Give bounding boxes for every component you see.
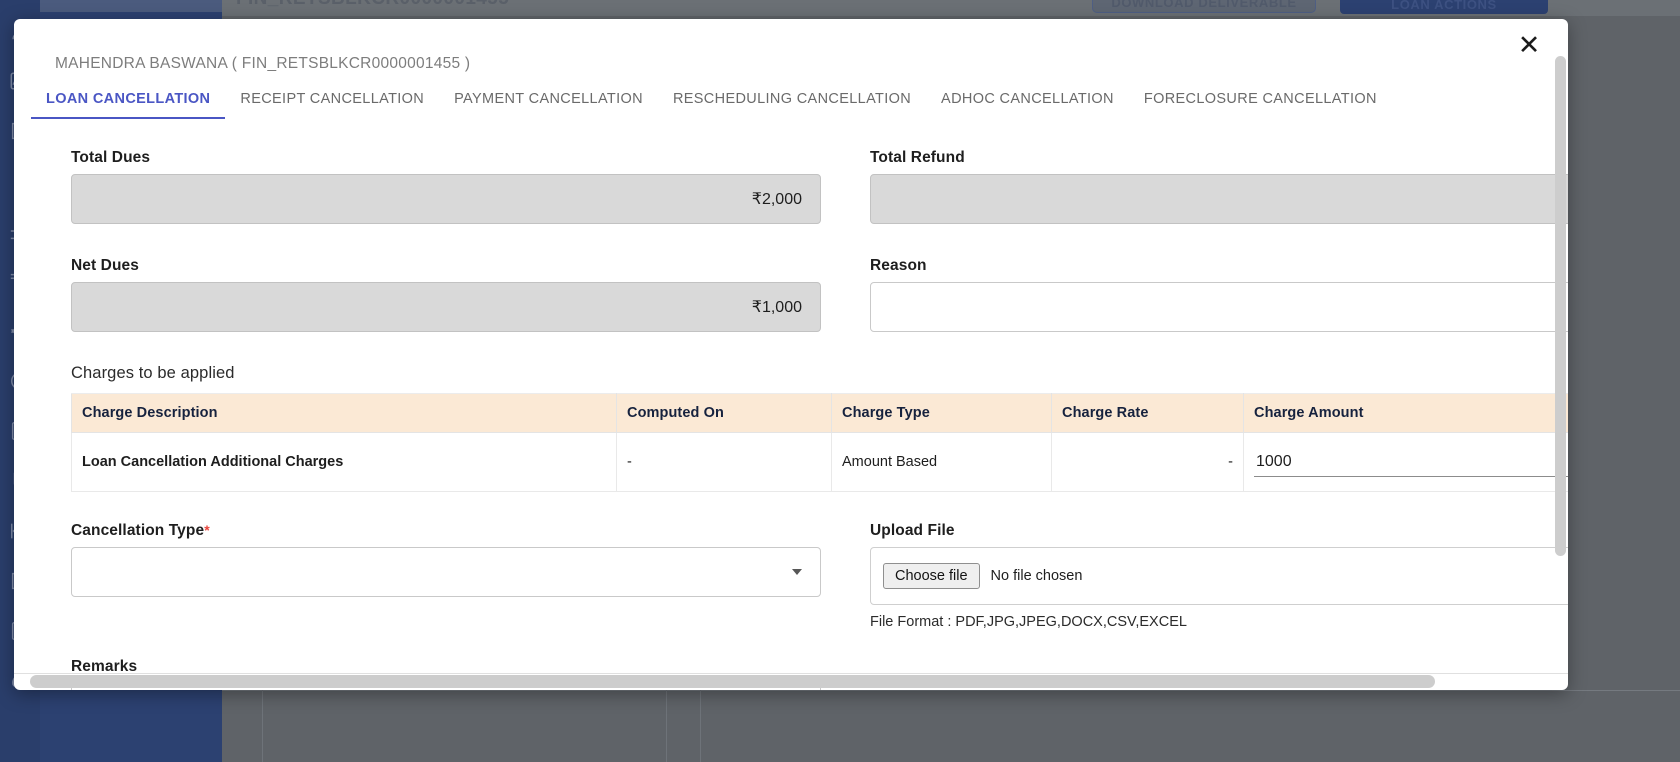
cell-charge-amount [1243,432,1568,492]
background-record-title: FIN_RETSBLKCR0000001455 [236,0,509,10]
net-dues-group: Net Dues ₹1,000 [14,257,842,332]
background-download-deliverable-button[interactable]: DOWNLOAD DELIVERABLE [1092,0,1316,13]
tab-foreclosure-cancellation[interactable]: FORECLOSURE CANCELLATION [1129,87,1392,119]
cancellation-type-select[interactable] [71,547,821,597]
cancellation-type-label-text: Cancellation Type [71,522,205,539]
background-column-divider [700,690,701,762]
background-column-divider [666,690,667,762]
screen-root: FIN_RETSBLKCR0000001455 DOWNLOAD DELIVER… [0,0,1680,762]
column-header-charge-type: Charge Type [831,393,1052,433]
background-sidebar-header [40,0,222,12]
reason-label: Reason [870,257,927,274]
charges-table: Charge Description Computed On Charge Ty… [71,393,1568,492]
cell-charge-rate: - [1051,432,1244,492]
choose-file-button[interactable]: Choose file [883,563,980,589]
total-refund-group: Total Refund [842,149,1568,224]
charge-amount-input[interactable] [1254,447,1568,477]
file-format-hint: File Format : PDF,JPG,JPEG,DOCX,CSV,EXCE… [870,614,1187,630]
netdues-reason-row: Net Dues ₹1,000 Reason [14,257,1568,332]
column-header-charge-description: Charge Description [71,393,617,433]
cell-charge-description: Loan Cancellation Additional Charges [71,432,617,492]
table-row: Loan Cancellation Additional Charges - A… [71,432,1568,492]
tab-receipt-cancellation[interactable]: RECEIPT CANCELLATION [225,87,439,119]
modal-body: Total Dues ₹2,000 Total Refund Net Dues … [14,149,1568,690]
dues-refund-row: Total Dues ₹2,000 Total Refund [14,149,1568,224]
tab-rescheduling-cancellation[interactable]: RESCHEDULING CANCELLATION [658,87,926,119]
modal-scroll-area: ✕ MAHENDRA BASWANA ( FIN_RETSBLKCR000000… [14,19,1568,690]
cancellation-type-group: Cancellation Type* [14,522,842,630]
close-icon[interactable]: ✕ [1512,28,1546,62]
total-dues-value: ₹2,000 [71,174,821,224]
upload-file-label: Upload File [870,522,955,539]
charges-section-title: Charges to be applied [71,364,235,382]
vertical-scrollbar-thumb[interactable] [1555,56,1566,556]
net-dues-value: ₹1,000 [71,282,821,332]
column-header-computed-on: Computed On [616,393,832,433]
total-refund-value [870,174,1568,224]
total-dues-label: Total Dues [71,149,151,166]
horizontal-scrollbar-thumb[interactable] [30,675,1435,688]
cell-charge-type: Amount Based [831,432,1052,492]
loan-cancellation-modal: ✕ MAHENDRA BASWANA ( FIN_RETSBLKCR000000… [14,19,1568,690]
net-dues-label: Net Dues [71,257,139,274]
background-column-divider [262,690,263,762]
modal-bottom-divider [14,673,1568,674]
background-loan-actions-button[interactable]: LOAN ACTIONS [1340,0,1548,14]
charges-section: Charges to be applied Charge Description [14,364,1568,492]
column-header-charge-amount: Charge Amount [1243,393,1568,433]
background-row-divider [222,690,1680,691]
reason-group: Reason [842,257,1568,332]
cancellation-type-label: Cancellation Type* [71,522,842,540]
cell-computed-on: - [616,432,832,492]
tab-loan-cancellation[interactable]: LOAN CANCELLATION [31,87,226,119]
tab-bar: LOAN CANCELLATION RECEIPT CANCELLATION P… [31,87,1568,128]
chevron-down-icon [792,569,802,575]
tab-payment-cancellation[interactable]: PAYMENT CANCELLATION [439,87,658,119]
total-refund-label: Total Refund [870,149,965,166]
charges-table-header-row: Charge Description Computed On Charge Ty… [71,393,1568,433]
cancellationtype-upload-row: Cancellation Type* Upload File Choose fi… [14,522,1568,630]
required-asterisk: * [204,522,210,538]
upload-file-group: Upload File Choose file No file chosen F… [842,522,1568,630]
total-dues-group: Total Dues ₹2,000 [14,149,842,224]
page-title: MAHENDRA BASWANA ( FIN_RETSBLKCR00000014… [55,55,471,72]
reason-input[interactable] [870,282,1568,332]
tab-adhoc-cancellation[interactable]: ADHOC CANCELLATION [926,87,1129,119]
upload-file-control[interactable]: Choose file No file chosen [870,547,1568,605]
file-status-text: No file chosen [990,568,1083,584]
column-header-charge-rate: Charge Rate [1051,393,1244,433]
